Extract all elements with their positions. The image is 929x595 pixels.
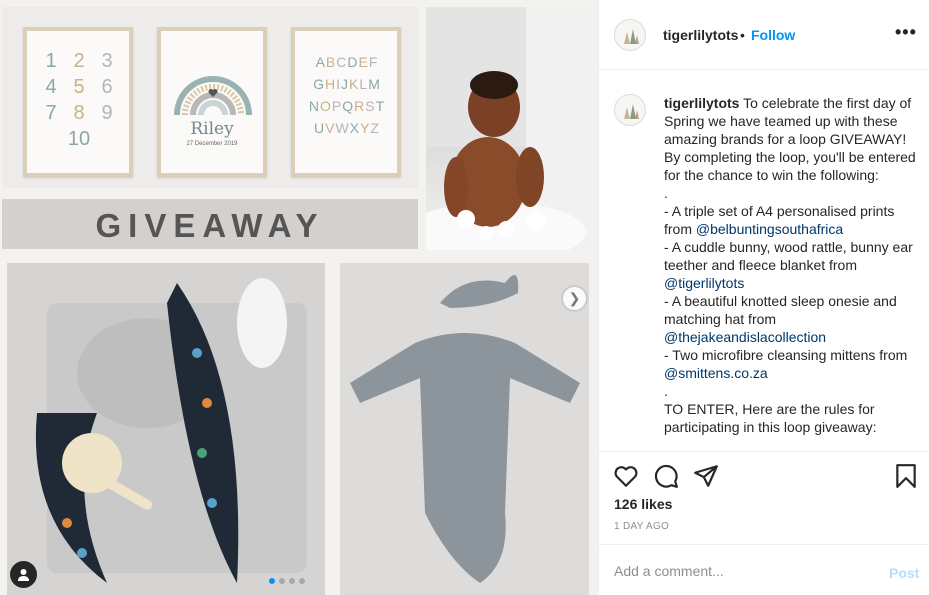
alphabet-print: ABCDEF GHIJKLM NOPQRST UVWXYZ: [291, 27, 401, 177]
instagram-post-modal: 1 2 3 4 5 6 7 8 9 10 Riley 27 December 2019 ABCDE…: [0, 0, 929, 595]
carousel-dot: [269, 578, 275, 584]
heart-icon[interactable]: [613, 463, 639, 489]
print-letter: B: [325, 54, 337, 70]
print-letter: W: [335, 120, 350, 136]
print-letter: C: [336, 54, 348, 70]
likes-count[interactable]: 126 likes: [614, 496, 672, 512]
comment-input[interactable]: [614, 563, 874, 579]
bunny-toy-photo: [7, 263, 325, 595]
print-letter: T: [375, 98, 386, 114]
print-letter-row: ABCDEF: [301, 51, 393, 73]
mention-link[interactable]: @smittens.co.za: [664, 365, 768, 381]
avatar[interactable]: [614, 19, 646, 51]
mention-link[interactable]: @belbuntingsouthafrica: [696, 221, 843, 237]
print-number: 3: [101, 50, 113, 72]
print-date: 27 December 2019: [186, 141, 238, 147]
print-letter: G: [313, 76, 326, 92]
caption-username[interactable]: tigerlilytots: [664, 95, 739, 111]
header-separator: •: [740, 27, 745, 43]
post-header: tigerlilytots • Follow •••: [599, 0, 929, 70]
avatar[interactable]: [614, 94, 646, 126]
user-icon: [18, 569, 29, 581]
print-letter: D: [347, 54, 359, 70]
giveaway-banner: GIVEAWAY: [2, 199, 418, 249]
print-letter: A: [315, 54, 326, 70]
print-letter: Q: [342, 98, 355, 114]
print-letter: X: [349, 120, 361, 136]
mention-link[interactable]: @thejakeandislacollection: [664, 329, 826, 345]
print-number: 7: [45, 102, 57, 124]
bookmark-icon[interactable]: [893, 463, 919, 489]
print-number: 8: [73, 102, 85, 124]
print-number: 1: [45, 50, 57, 72]
follow-button[interactable]: Follow: [751, 27, 795, 43]
print-letter: H: [325, 76, 337, 92]
numbers-print: 1 2 3 4 5 6 7 8 9 10: [23, 27, 133, 177]
caption-text: To celebrate the first day of Spring we …: [664, 95, 916, 237]
comment-icon[interactable]: [653, 463, 679, 489]
print-number: 9: [101, 102, 113, 124]
numbers-grid: 1 2 3 4 5 6 7 8 9 10: [37, 49, 121, 151]
next-image-button[interactable]: ❯: [563, 287, 586, 310]
print-letter-row: UVWXYZ: [301, 117, 393, 139]
post-comment-button[interactable]: Post: [889, 565, 919, 581]
baby-bath-photo: [426, 7, 589, 250]
print-letter-row: GHIJKLM: [301, 73, 393, 95]
more-options-icon[interactable]: •••: [895, 22, 917, 43]
post-caption: tigerlilytots To celebrate the first day…: [664, 94, 916, 436]
carousel-dot: [299, 578, 305, 584]
comment-box: Post: [599, 544, 929, 595]
carousel-dots: [269, 578, 305, 584]
print-letter: L: [359, 76, 369, 92]
caption-text: - Two microfibre cleansing mittens from: [664, 347, 908, 363]
print-letter: S: [365, 98, 376, 114]
print-letter: J: [341, 76, 350, 92]
print-number: 5: [73, 76, 85, 98]
print-letter: N: [308, 98, 320, 114]
banner-text: GIVEAWAY: [95, 207, 325, 244]
rainbow-icon: [174, 76, 252, 116]
caption-scroll-area[interactable]: tigerlilytots To celebrate the first day…: [599, 71, 929, 451]
caption-text: . TO ENTER, Here are the rules for parti…: [664, 383, 877, 435]
print-letter: R: [354, 98, 366, 114]
carousel-dot: [289, 578, 295, 584]
sleep-onesie-photo: [340, 263, 589, 595]
action-bar: [599, 451, 929, 496]
alphabet-text: ABCDEF GHIJKLM NOPQRST UVWXYZ: [301, 51, 393, 139]
print-letter: U: [314, 120, 326, 136]
header-username[interactable]: tigerlilytots: [663, 27, 738, 43]
print-letter: V: [325, 120, 336, 136]
print-letter: F: [368, 54, 379, 70]
print-name: Riley: [190, 119, 234, 139]
print-letter: K: [349, 76, 360, 92]
print-number: 2: [73, 50, 85, 72]
carousel-dot: [279, 578, 285, 584]
chevron-right-icon: ❯: [568, 290, 581, 306]
print-letter: O: [319, 98, 332, 114]
onesie-illustration: [340, 263, 589, 595]
baby-illustration: [426, 7, 589, 250]
print-number: 4: [45, 76, 57, 98]
share-icon[interactable]: [693, 463, 719, 489]
profile-logo-icon: [624, 29, 639, 44]
print-letter: Z: [370, 120, 380, 136]
caption-text: - A beautiful knotted sleep onesie and m…: [664, 293, 897, 327]
print-letter: P: [331, 98, 343, 114]
print-number: 6: [101, 76, 113, 98]
tagged-users-button[interactable]: [10, 561, 37, 588]
prints-photo: 1 2 3 4 5 6 7 8 9 10 Riley 27 December 2019 ABCDE…: [2, 7, 418, 188]
post-image[interactable]: 1 2 3 4 5 6 7 8 9 10 Riley 27 December 2019 ABCDE…: [0, 0, 598, 595]
post-side-panel: tigerlilytots • Follow ••• tigerlilytots…: [598, 0, 929, 595]
bunny-illustration: [7, 263, 325, 595]
post-timestamp[interactable]: 1 DAY AGO: [614, 521, 669, 532]
print-letter: Y: [360, 120, 371, 136]
caption-text: - A cuddle bunny, wood rattle, bunny ear…: [664, 239, 913, 273]
profile-logo-icon: [624, 104, 639, 119]
print-letter-row: NOPQRST: [301, 95, 393, 117]
mention-link[interactable]: @tigerlilytots: [664, 275, 744, 291]
print-number: 10: [67, 128, 91, 150]
rainbow-print: Riley 27 December 2019: [157, 27, 267, 177]
print-letter: E: [358, 54, 369, 70]
print-letter: M: [368, 76, 381, 92]
